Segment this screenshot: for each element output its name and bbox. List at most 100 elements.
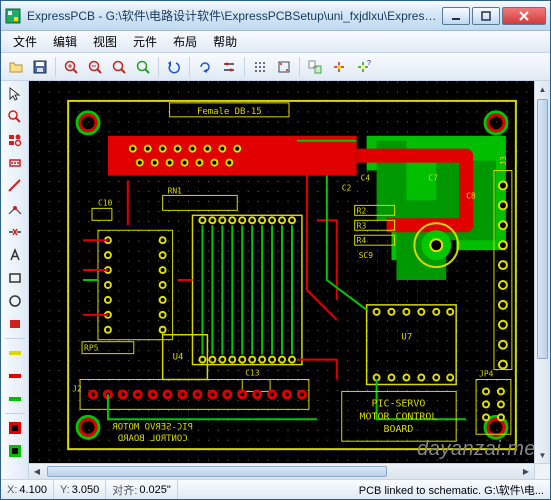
link-schematic-button[interactable]: [304, 56, 326, 78]
toolbar-top: ?: [1, 53, 550, 81]
scrollbar-vertical[interactable]: ▲ ▼: [534, 81, 550, 463]
save-button[interactable]: [29, 56, 51, 78]
toolbar-left: [1, 81, 29, 479]
scroll-corner: [534, 463, 550, 479]
ref-c13: C13: [245, 369, 260, 378]
circle-tool[interactable]: [4, 290, 26, 312]
rectangle-tool[interactable]: [4, 267, 26, 289]
options-button[interactable]: [218, 56, 240, 78]
separator: [244, 57, 245, 77]
ref-r2: R2: [357, 206, 367, 215]
zoom-in-button[interactable]: [60, 56, 82, 78]
separator: [5, 413, 25, 414]
ref-jp4: JP4: [479, 370, 494, 379]
ref-c4: C4: [361, 174, 371, 183]
minimize-button[interactable]: [442, 7, 470, 25]
disconnect-tool[interactable]: [4, 221, 26, 243]
ref-sc9: SC9: [359, 251, 374, 260]
ref-r3: R3: [357, 221, 367, 230]
ref-j2: J2: [72, 384, 82, 393]
separator: [55, 57, 56, 77]
coord-x: X: 4.100: [1, 480, 54, 499]
close-button[interactable]: [502, 7, 546, 25]
component-tool[interactable]: [4, 152, 26, 174]
pad-tool[interactable]: [4, 129, 26, 151]
ref-u4: U4: [173, 353, 184, 363]
snap-grid: 对齐: 0.025": [106, 480, 178, 499]
menu-view[interactable]: 视图: [85, 31, 125, 52]
ref-r4: R4: [357, 236, 367, 245]
snap-label: 对齐:: [112, 482, 137, 498]
separator: [5, 338, 25, 339]
pcb-canvas[interactable]: Female DB-15: [29, 81, 550, 479]
window-title: ExpressPCB - G:\软件\电路设计软件\ExpressPCBSetu…: [27, 7, 440, 24]
board-render: Female DB-15: [29, 81, 550, 479]
snap-value: 0.025": [139, 484, 170, 496]
scroll-left-icon[interactable]: ◀: [29, 464, 45, 479]
svg-text:?: ?: [367, 60, 371, 67]
silk-main-1: PIC-SERVO: [372, 398, 426, 409]
ref-c7: C7: [428, 174, 438, 183]
rotate-button[interactable]: [194, 56, 216, 78]
separator: [158, 57, 159, 77]
x-value: 4.100: [19, 484, 47, 496]
scroll-right-icon[interactable]: ▶: [518, 464, 534, 479]
ref-u7: U7: [401, 333, 412, 343]
text-tool[interactable]: [4, 244, 26, 266]
silk-main-2: MOTOR CONTROL: [360, 411, 438, 422]
snap-button[interactable]: [273, 56, 295, 78]
trace-tool[interactable]: [4, 175, 26, 197]
zoom-out-button[interactable]: [84, 56, 106, 78]
toggle-bottom-layer[interactable]: [4, 440, 26, 462]
y-label: Y:: [60, 484, 70, 496]
app-icon: [5, 8, 21, 24]
app-window: ExpressPCB - G:\软件\电路设计软件\ExpressPCBSetu…: [0, 0, 551, 500]
silk-main-3: BOARD: [383, 424, 413, 435]
menu-file[interactable]: 文件: [5, 31, 45, 52]
label-connector: Female DB-15: [197, 107, 262, 117]
ref-rn1: RN1: [168, 186, 183, 195]
vscroll-thumb[interactable]: [537, 99, 548, 359]
silk-mirror-1: PIC-SERVO MOTOR: [112, 422, 193, 432]
status-message: PCB linked to schematic. G:\软件\电...: [178, 482, 550, 498]
maximize-button[interactable]: [472, 7, 500, 25]
menubar: 文件 编辑 视图 元件 布局 帮助: [1, 31, 550, 53]
ref-j3: J3: [499, 156, 508, 166]
window-buttons: [440, 7, 546, 25]
menu-edit[interactable]: 编辑: [45, 31, 85, 52]
zoom-tool[interactable]: [4, 106, 26, 128]
x-label: X:: [7, 484, 17, 496]
menu-component[interactable]: 元件: [125, 31, 165, 52]
grid-button[interactable]: [249, 56, 271, 78]
menu-help[interactable]: 帮助: [205, 31, 245, 52]
titlebar[interactable]: ExpressPCB - G:\软件\电路设计软件\ExpressPCBSetu…: [1, 1, 550, 31]
silk-mirror-2: CONTROL BOARD: [118, 434, 188, 444]
hscroll-thumb[interactable]: [47, 466, 387, 477]
separator: [189, 57, 190, 77]
ref-c10: C10: [98, 198, 113, 207]
undo-button[interactable]: [163, 56, 185, 78]
layer-top-button[interactable]: [4, 365, 26, 387]
layer-bottom-button[interactable]: [4, 388, 26, 410]
ref-c8: C8: [466, 191, 476, 200]
open-button[interactable]: [5, 56, 27, 78]
menu-layout[interactable]: 布局: [165, 31, 205, 52]
scroll-up-icon[interactable]: ▲: [535, 81, 550, 97]
pointer-tool[interactable]: [4, 83, 26, 105]
zoom-previous-button[interactable]: [132, 56, 154, 78]
zoom-fit-button[interactable]: [108, 56, 130, 78]
coord-y: Y: 3.050: [54, 480, 106, 499]
toggle-top-layer[interactable]: [4, 417, 26, 439]
filled-plane-tool[interactable]: [4, 313, 26, 335]
y-value: 3.050: [72, 484, 100, 496]
corner-tool[interactable]: [4, 198, 26, 220]
layer-silk-button[interactable]: [4, 342, 26, 364]
ref-rp5: RP5: [84, 344, 99, 353]
scroll-down-icon[interactable]: ▼: [535, 447, 550, 463]
scrollbar-horizontal[interactable]: ◀ ▶: [29, 463, 534, 479]
highlight-net-button[interactable]: [328, 56, 350, 78]
ref-c2: C2: [342, 183, 352, 192]
separator: [299, 57, 300, 77]
net-info-button[interactable]: ?: [352, 56, 374, 78]
statusbar: X: 4.100 Y: 3.050 对齐: 0.025" PCB linked …: [1, 479, 550, 499]
